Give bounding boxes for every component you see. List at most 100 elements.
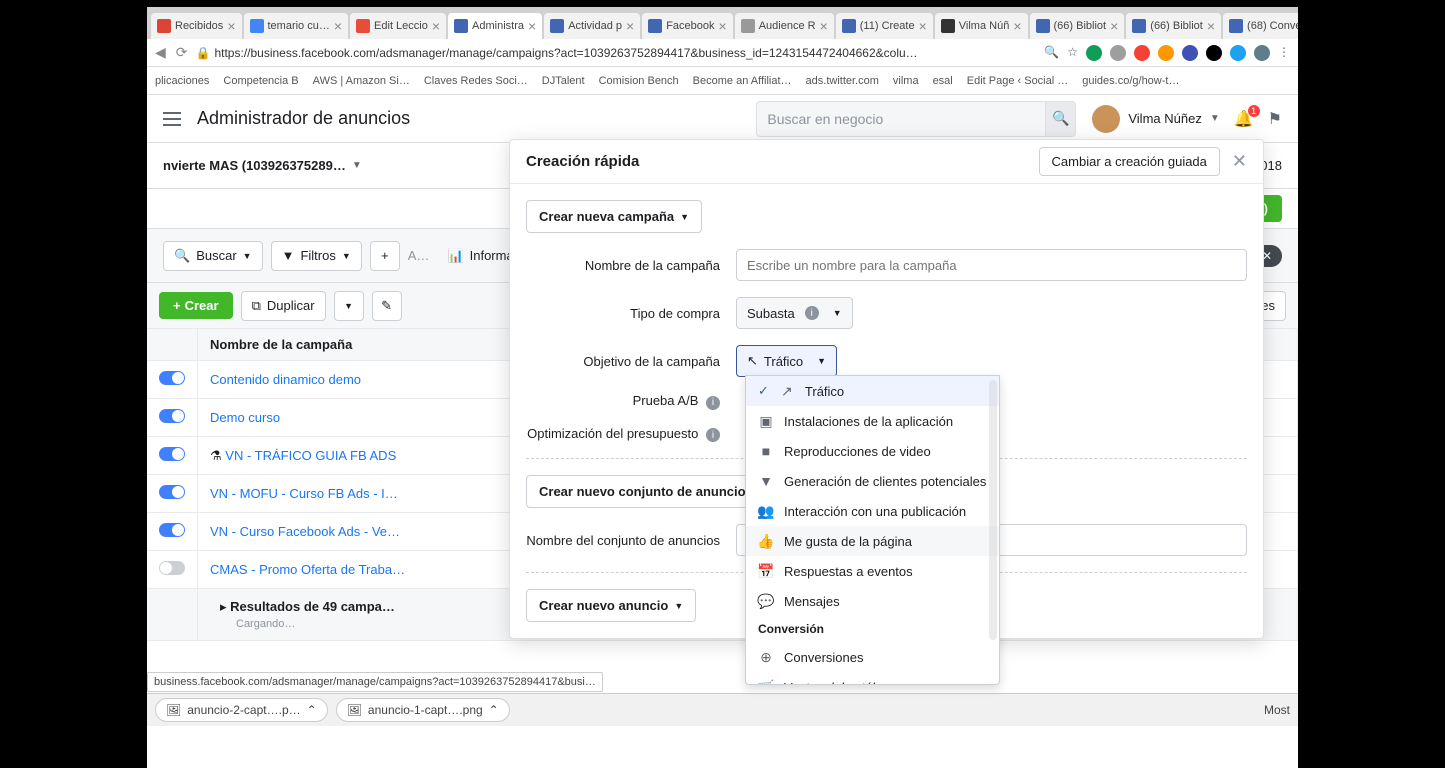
scrollbar[interactable] <box>989 380 997 640</box>
campaign-name[interactable]: CMAS - Promo Oferta de Traba… <box>210 562 405 577</box>
dropdown-item[interactable]: 👍Me gusta de la página <box>746 526 999 556</box>
filters-pill[interactable]: ▼Filtros▼ <box>271 241 362 271</box>
close-icon[interactable]: × <box>1207 18 1215 34</box>
close-icon[interactable]: × <box>626 18 634 34</box>
ext-icon-7[interactable] <box>1230 45 1246 61</box>
browser-tab[interactable]: (11) Create× <box>836 13 933 39</box>
account-selector[interactable]: nvierte MAS (103926375289… ▼ <box>163 158 362 173</box>
show-all-downloads[interactable]: Most <box>1264 703 1290 717</box>
browser-tab[interactable]: Audience R× <box>735 13 834 39</box>
close-icon[interactable]: × <box>432 18 440 34</box>
dropdown-item[interactable]: 📅Respuestas a eventos <box>746 556 999 586</box>
hamburger-icon[interactable] <box>163 112 181 126</box>
toggle-switch[interactable] <box>159 523 185 537</box>
bookmark-item[interactable]: Become an Affiliat… <box>693 75 792 87</box>
campaign-name[interactable]: Demo curso <box>210 410 280 425</box>
browser-tab[interactable]: Edit Leccio× <box>350 13 446 39</box>
campaign-name[interactable]: VN - Curso Facebook Ads - Ve… <box>210 524 400 539</box>
new-campaign-section[interactable]: Crear nueva campaña▼ <box>526 200 702 233</box>
download-chip-2[interactable]: 🖼 anuncio-1-capt….png ⌃ <box>336 698 510 722</box>
add-filter-button[interactable]: + <box>370 241 400 271</box>
close-icon[interactable]: × <box>1013 18 1021 34</box>
close-icon[interactable]: ✕ <box>1232 151 1247 172</box>
campaign-name[interactable]: VN - MOFU - Curso FB Ads - I… <box>210 486 398 501</box>
bookmark-item[interactable]: guides.co/g/how-t… <box>1082 75 1179 87</box>
chevron-up-icon[interactable]: ⌃ <box>307 703 317 717</box>
dropdown-item[interactable]: ■Reproducciones de video <box>746 436 999 466</box>
chevron-up-icon[interactable]: ⌃ <box>489 703 499 717</box>
dropdown-item[interactable]: 💬Mensajes <box>746 586 999 616</box>
bookmark-item[interactable]: esal <box>933 75 953 87</box>
close-icon[interactable]: × <box>227 18 235 34</box>
browser-tab[interactable]: (66) Bibliot× <box>1126 13 1221 39</box>
back-button[interactable]: ◀ <box>155 44 166 61</box>
notifications-icon[interactable]: 🔔1 <box>1234 109 1254 129</box>
browser-tab[interactable]: Actividad p× <box>544 13 640 39</box>
bookmark-item[interactable]: Edit Page ‹ Social … <box>967 75 1069 87</box>
duplicate-button[interactable]: ⧉Duplicar <box>241 291 326 321</box>
ext-icon-6[interactable] <box>1206 45 1222 61</box>
info-icon[interactable]: i <box>805 306 819 320</box>
search-pill[interactable]: 🔍Buscar▼ <box>163 241 263 271</box>
buy-type-select[interactable]: Subasta i ▼ <box>736 297 853 329</box>
bookmark-item[interactable]: AWS | Amazon Si… <box>313 75 410 87</box>
close-icon[interactable]: × <box>719 18 727 34</box>
ext-icon-8[interactable] <box>1254 45 1270 61</box>
browser-tab[interactable]: Recibidos× <box>151 13 242 39</box>
flag-icon[interactable]: ⚑ <box>1268 109 1282 129</box>
objective-select[interactable]: ↖ Tráfico ▼ <box>736 345 837 377</box>
dropdown-item[interactable]: ▼Generación de clientes potenciales <box>746 466 999 496</box>
browser-tab[interactable]: Vilma Núñ× <box>935 13 1028 39</box>
bookmark-item[interactable]: ads.twitter.com <box>806 75 879 87</box>
ext-icon-4[interactable] <box>1158 45 1174 61</box>
guided-creation-button[interactable]: Cambiar a creación guiada <box>1039 147 1220 176</box>
toggle-switch[interactable] <box>159 371 185 385</box>
campaign-name[interactable]: VN - TRÁFICO GUIA FB ADS <box>225 448 396 463</box>
new-ad-section[interactable]: Crear nuevo anuncio▼ <box>526 589 696 622</box>
toggle-switch[interactable] <box>159 485 185 499</box>
close-icon[interactable]: × <box>334 18 342 34</box>
url-text[interactable]: https://business.facebook.com/adsmanager… <box>214 46 1036 60</box>
reload-button[interactable]: ⟳ <box>176 44 188 61</box>
star-icon[interactable]: ☆ <box>1067 45 1078 61</box>
toggle-switch[interactable] <box>159 561 185 575</box>
menu-icon[interactable]: ⋮ <box>1278 45 1290 61</box>
create-button[interactable]: + Crear <box>159 292 233 319</box>
edit-button[interactable]: ✎ <box>372 291 402 321</box>
business-search[interactable]: Buscar en negocio 🔍 <box>756 101 1076 137</box>
close-icon[interactable]: × <box>1110 18 1118 34</box>
browser-tab[interactable]: (66) Bibliot× <box>1030 13 1125 39</box>
ext-icon-5[interactable] <box>1182 45 1198 61</box>
info-icon[interactable]: i <box>706 396 720 410</box>
dropdown-item[interactable]: ▣Instalaciones de la aplicación <box>746 406 999 436</box>
duplicate-dropdown[interactable]: ▼ <box>334 291 364 321</box>
bookmark-item[interactable]: Claves Redes Soci… <box>424 75 528 87</box>
zoom-icon[interactable]: 🔍 <box>1044 45 1059 61</box>
browser-tab[interactable]: Administra× <box>448 13 542 39</box>
browser-tab[interactable]: Facebook× <box>642 13 733 39</box>
close-icon[interactable]: × <box>919 18 927 34</box>
browser-tab[interactable]: temario cu…× <box>244 13 349 39</box>
ext-icon-1[interactable] <box>1086 45 1102 61</box>
dropdown-item[interactable]: ⊕Conversiones <box>746 642 999 672</box>
toggle-switch[interactable] <box>159 447 185 461</box>
ext-icon-2[interactable] <box>1110 45 1126 61</box>
browser-tab[interactable]: (68) Conve× <box>1223 13 1298 39</box>
profile-menu[interactable]: Vilma Núñez ▼ <box>1092 105 1219 133</box>
search-button[interactable]: 🔍 <box>1045 102 1075 136</box>
new-adset-section[interactable]: Crear nuevo conjunto de anuncios▼ <box>526 475 781 508</box>
close-icon[interactable]: × <box>528 18 536 34</box>
info-icon[interactable]: i <box>706 428 720 442</box>
bookmark-item[interactable]: vilma <box>893 75 919 87</box>
bookmark-item[interactable]: plicaciones <box>155 75 209 87</box>
ext-icon-3[interactable] <box>1134 45 1150 61</box>
bookmark-item[interactable]: DJTalent <box>542 75 585 87</box>
dropdown-item[interactable]: 👥Interacción con una publicación <box>746 496 999 526</box>
toggle-switch[interactable] <box>159 409 185 423</box>
campaign-name-input[interactable] <box>736 249 1247 281</box>
campaign-name[interactable]: Contenido dinamico demo <box>210 372 361 387</box>
dropdown-item[interactable]: 🛒Ventas del catálogo <box>746 672 999 685</box>
dropdown-item[interactable]: ✓↗Tráfico <box>746 376 999 406</box>
bookmark-item[interactable]: Comision Bench <box>599 75 679 87</box>
bookmark-item[interactable]: Competencia B <box>223 75 298 87</box>
